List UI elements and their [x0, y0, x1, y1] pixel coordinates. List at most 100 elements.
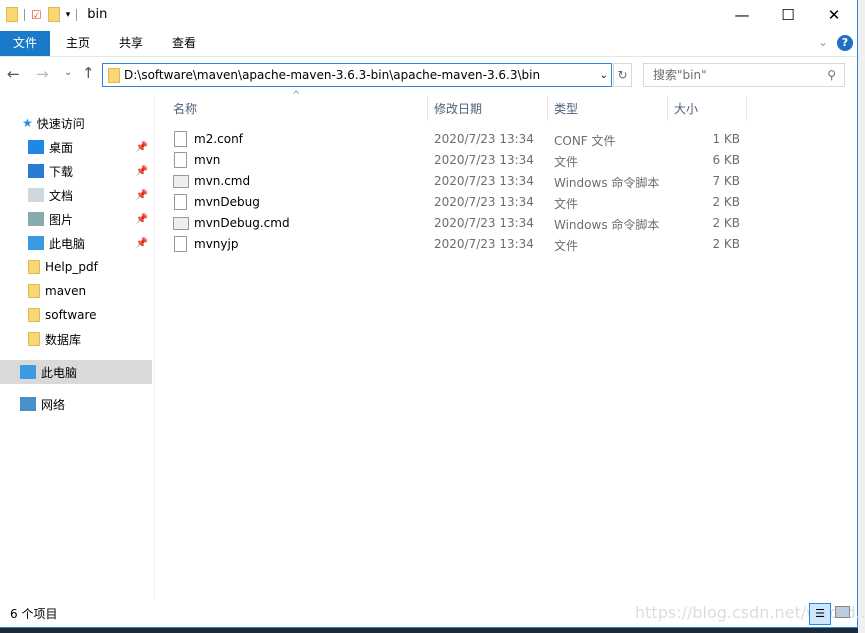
sidebar-item[interactable]: 数据库 [0, 327, 152, 351]
sidebar-item[interactable]: 图片 📌 [0, 207, 152, 231]
column-header-name[interactable]: 名称 [167, 97, 428, 121]
forward-button[interactable]: → [36, 65, 49, 83]
file-date: 2020/7/23 13:34 [434, 237, 534, 251]
folder-icon [28, 332, 40, 346]
sidebar-item[interactable]: 下载 📌 [0, 159, 152, 183]
sidebar-item-network[interactable]: 网络 [0, 392, 152, 416]
file-row[interactable]: mvnDebug 2020/7/23 13:34 文件 2 KB [168, 192, 748, 213]
window-title: bin [87, 7, 108, 22]
sidebar-item-label: 数据库 [45, 332, 82, 347]
expand-ribbon-icon[interactable]: ⌄ [818, 35, 828, 49]
pictures-icon [28, 212, 44, 226]
folder-icon [28, 260, 40, 274]
folder-icon [28, 308, 40, 322]
file-name: mvn.cmd [194, 174, 251, 188]
ribbon: 文件 主页 共享 查看 ⌄ ? [0, 31, 857, 57]
properties-icon[interactable]: ☑ [31, 8, 42, 22]
file-icon [174, 194, 187, 210]
cmd-icon [173, 217, 189, 230]
file-row[interactable]: mvnyjp 2020/7/23 13:34 文件 2 KB [168, 234, 748, 255]
file-size: 6 KB [712, 153, 740, 167]
file-type: CONF 文件 [554, 134, 616, 148]
address-dropdown-icon[interactable]: ⌄ [600, 70, 608, 81]
file-size: 2 KB [712, 237, 740, 251]
refresh-button[interactable]: ↻ [613, 63, 632, 87]
sidebar-item[interactable]: maven [0, 279, 152, 303]
details-view-button[interactable]: ☰ [809, 603, 831, 625]
maximize-button[interactable]: ☐ [765, 0, 811, 30]
sidebar-item-this-pc[interactable]: 此电脑 [0, 360, 152, 384]
file-row[interactable]: mvn.cmd 2020/7/23 13:34 Windows 命令脚本 7 K… [168, 171, 748, 192]
sidebar-item-label: 快速访问 [36, 116, 85, 131]
address-bar[interactable]: D:\software\maven\apache-maven-3.6.3-bin… [102, 63, 612, 87]
recent-locations-icon[interactable]: ⌄ [64, 67, 72, 78]
tab-share[interactable]: 共享 [119, 31, 143, 56]
up-button[interactable]: ↑ [82, 64, 95, 82]
file-row[interactable]: m2.conf 2020/7/23 13:34 CONF 文件 1 KB [168, 129, 748, 150]
sidebar-item[interactable]: 此电脑 📌 [0, 231, 152, 255]
tab-view[interactable]: 查看 [172, 31, 196, 56]
sidebar-item-label: 桌面 [49, 140, 74, 155]
file-date: 2020/7/23 13:34 [434, 174, 534, 188]
sidebar-item-label: 网络 [41, 397, 66, 412]
file-type: Windows 命令脚本 [554, 176, 660, 190]
sidebar-item-label: 图片 [49, 212, 74, 227]
pin-icon[interactable]: 📌 [136, 214, 148, 225]
file-name: mvnDebug.cmd [194, 216, 290, 230]
network-icon [20, 397, 36, 411]
file-name: mvnDebug [194, 195, 260, 209]
folder-icon [108, 67, 120, 83]
file-row[interactable]: mvn 2020/7/23 13:34 文件 6 KB [168, 150, 748, 171]
folder-icon [28, 284, 40, 298]
search-icon[interactable]: ⚲ [827, 64, 836, 86]
pin-icon[interactable]: 📌 [136, 142, 148, 153]
file-type: 文件 [554, 239, 579, 253]
new-folder-icon[interactable] [47, 7, 60, 22]
file-name: m2.conf [194, 132, 243, 146]
navigation-pane: ★ 快速访问 桌面 📌 下载 📌 文档 📌 图片 📌 此电脑 📌 Help_pdf maven soft… [0, 95, 155, 600]
search-input[interactable]: 搜索"bin" ⚲ [643, 63, 845, 87]
file-size: 2 KB [712, 195, 740, 209]
pin-icon[interactable]: 📌 [136, 190, 148, 201]
large-icons-view-button[interactable] [835, 606, 850, 618]
column-header-date[interactable]: 修改日期 [428, 97, 548, 121]
file-row[interactable]: mvnDebug.cmd 2020/7/23 13:34 Windows 命令脚… [168, 213, 748, 234]
back-button[interactable]: ← [7, 65, 20, 83]
file-date: 2020/7/23 13:34 [434, 195, 534, 209]
address-path: D:\software\maven\apache-maven-3.6.3-bin… [124, 68, 541, 82]
column-header-type[interactable]: 类型 [548, 97, 668, 121]
file-icon [174, 152, 187, 168]
tab-home[interactable]: 主页 [66, 31, 90, 56]
sidebar-item-label: Help_pdf [45, 260, 98, 274]
file-name: mvnyjp [194, 237, 239, 251]
file-type: 文件 [554, 155, 579, 169]
pin-icon[interactable]: 📌 [136, 238, 148, 249]
file-icon [174, 236, 187, 252]
sidebar-item[interactable]: software [0, 303, 152, 327]
tab-file[interactable]: 文件 [0, 31, 50, 56]
column-header-size[interactable]: 大小 [668, 97, 747, 121]
search-placeholder: 搜索"bin" [653, 68, 707, 82]
file-size: 2 KB [712, 216, 740, 230]
pin-icon[interactable]: 📌 [136, 166, 148, 177]
sidebar-item-label: 下载 [49, 164, 74, 179]
help-icon[interactable]: ? [837, 35, 853, 51]
sidebar-item-quick-access[interactable]: ★ 快速访问 [22, 111, 174, 135]
sidebar-item[interactable]: 桌面 📌 [0, 135, 152, 159]
file-name: mvn [194, 153, 221, 167]
status-item-count: 6 个项目 [10, 607, 58, 621]
folder-icon [6, 7, 18, 22]
sidebar-item[interactable]: 文档 📌 [0, 183, 152, 207]
download-icon [28, 164, 44, 178]
desktop-icon [28, 140, 44, 154]
sidebar-item-label: 此电脑 [49, 236, 86, 251]
cmd-icon [173, 175, 189, 188]
file-icon [174, 131, 187, 147]
minimize-button[interactable]: — [719, 0, 765, 30]
divider [24, 8, 25, 21]
sidebar-item[interactable]: Help_pdf [0, 255, 152, 279]
customize-dropdown-icon[interactable]: ▾ [66, 10, 71, 20]
sidebar-item-label: 文档 [49, 188, 74, 203]
background-window [858, 0, 865, 633]
close-button[interactable]: ✕ [811, 0, 857, 30]
